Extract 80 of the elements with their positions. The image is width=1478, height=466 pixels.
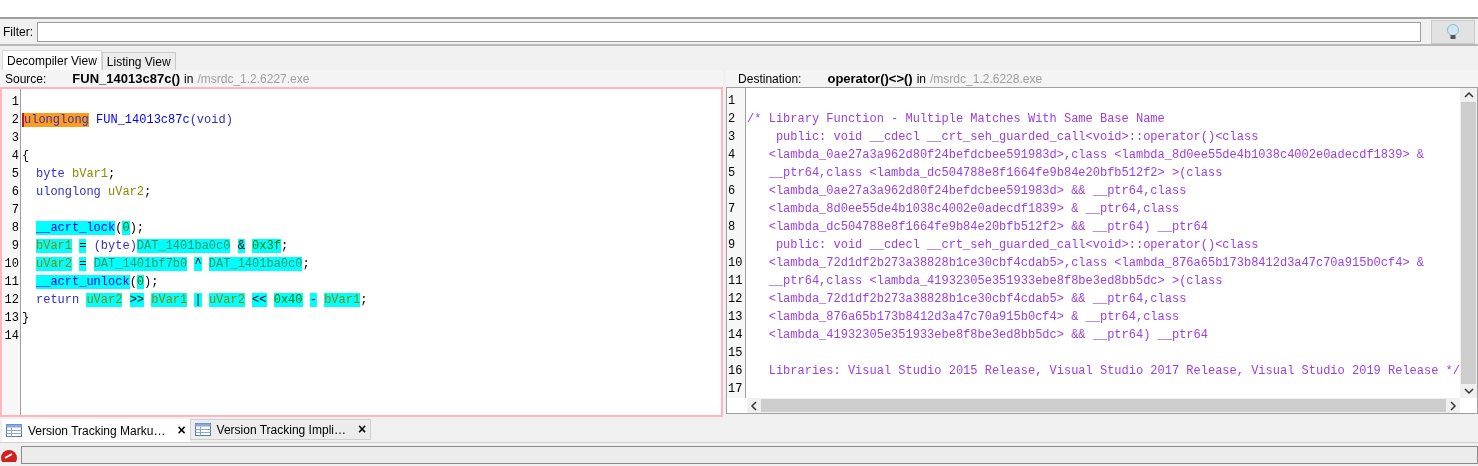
comment-line: <lambda_0ae27a3a962d80f24befdcbee591983d> && __ptr64,class	[767, 183, 1188, 200]
comment-line: <lambda_8d0ee55de4b1038c4002e0adecdf1839> & __ptr64,class	[767, 201, 1181, 218]
comment-line: <lambda_72d1df2b273a38828b1ce30cbf4cdab5>,class <lambda_876a65b173b8412d3a47c70a915b0cf4> &	[767, 255, 1425, 272]
line-number: 7	[10, 202, 20, 219]
line-number: 10	[3, 256, 20, 273]
line-number: 4	[727, 147, 737, 164]
line-number: 10	[727, 255, 744, 272]
vertical-scrollbar[interactable]	[1460, 88, 1477, 398]
line-number: 9	[10, 238, 20, 255]
tab-label[interactable]: Version Tracking Marku…	[28, 421, 166, 440]
line-number: 2	[10, 112, 20, 129]
line-number: 8	[10, 220, 20, 237]
comment-line: public: void __cdecl __crt_seh_guarded_call<void>::operator()<class	[774, 237, 1260, 254]
header-label: Destination:	[738, 70, 802, 88]
line-number: 14	[3, 328, 20, 345]
comment-line: <lambda_876a65b173b8412d3a47c70a915b0cf4> & __ptr64,class	[767, 309, 1181, 326]
line-number: 12	[3, 292, 20, 309]
filter-label: Filter:	[3, 23, 33, 41]
line-number: 11	[3, 274, 20, 291]
tab-label[interactable]: Version Tracking Impli…	[216, 420, 346, 439]
line-number: 4	[10, 148, 20, 165]
line-number: 5	[727, 165, 737, 182]
line-number: 8	[727, 219, 737, 236]
function-name: operator()<>()	[827, 69, 913, 88]
panel-tab[interactable]: Version Tracking Marku… ×	[2, 419, 190, 442]
line-number: 12	[727, 291, 744, 308]
code-line: }	[21, 310, 31, 327]
in-label: in	[184, 70, 194, 88]
filter-options-button[interactable]	[1431, 19, 1475, 44]
horizontal-scrollbar[interactable]	[747, 398, 1460, 413]
line-number: 15	[727, 345, 744, 362]
code-line: ulonglong uVar2;	[35, 184, 153, 201]
table-icon	[6, 424, 22, 437]
view-tab[interactable]: Listing View	[101, 52, 176, 70]
line-number: 6	[10, 184, 20, 201]
line-number: 13	[727, 309, 744, 326]
lightbulb-icon	[1446, 23, 1461, 40]
line-number: 7	[727, 201, 737, 218]
view-tab[interactable]: Decompiler View	[2, 50, 102, 70]
comment-line: /* Library Function - Multiple Matches With Same Base Name	[746, 111, 1166, 128]
comment-line: __ptr64,class <lambda_41932305e351933ebe8f8be3ed8bb5dc> >(class	[767, 273, 1224, 290]
table-icon	[194, 423, 211, 436]
function-name: FUN_14013c87c()	[72, 69, 181, 88]
line-number: 14	[727, 327, 744, 344]
comment-line: Libraries: Visual Studio 2015 Release, Visual Studio 2017 Release, Visual Studio 2019 Release */	[767, 363, 1460, 380]
panel-tab[interactable]: Version Tracking Impli… ×	[189, 419, 372, 440]
scrollbar-thumb[interactable]	[761, 399, 1446, 412]
comment-line: public: void __cdecl __crt_seh_guarded_call<void>::operator()<class	[774, 129, 1260, 146]
code-line: uVar2 = DAT_1401bf7b0 ^ DAT_1401ba0c0;	[35, 256, 311, 273]
line-number: 3	[10, 130, 20, 147]
line-number: 5	[10, 166, 20, 183]
code-line: {	[21, 148, 31, 165]
line-number: 13	[3, 310, 20, 327]
comment-line: <lambda_0ae27a3a962d80f24befdcbee591983d>,class <lambda_8d0ee55de4b1038c4002e0adecdf1839> &	[767, 147, 1425, 164]
code-line: byte bVar1;	[35, 166, 117, 183]
comment-line: <lambda_72d1df2b273a38828b1ce30cbf4cdab5> && __ptr64,class	[767, 291, 1188, 308]
scrollbar-thumb[interactable]	[1461, 102, 1476, 384]
header-label: Source:	[5, 70, 47, 88]
line-number: 1	[10, 94, 20, 111]
close-icon[interactable]: ×	[357, 419, 367, 440]
comment-line: <lambda_41932305e351933ebe8f8be3ed8bb5dc> && __ptr64) __ptr64	[767, 327, 1209, 344]
code-line: return uVar2 >> bVar1 | uVar2 << 0x40 - bVar1;	[35, 292, 369, 309]
line-number: 9	[727, 237, 737, 254]
filter-field[interactable]	[37, 21, 1422, 42]
close-icon[interactable]: ×	[177, 420, 186, 441]
line-number: 2	[727, 111, 737, 128]
line-number: 17	[727, 381, 744, 398]
line-number: 16	[727, 363, 744, 380]
line-number: 3	[727, 129, 737, 146]
code-line: ulonglong FUN_14013c87c(void)	[21, 112, 234, 129]
comment-line: __ptr64,class <lambda_dc504788e8f1664fe9b84e20bfb512f2> >(class	[767, 165, 1224, 182]
in-label: in	[916, 70, 927, 88]
line-number: 11	[727, 273, 744, 290]
line-number: 1	[727, 93, 737, 110]
error-icon	[1, 447, 19, 462]
file-path: /msrdc_1.2.6227.exe	[197, 70, 310, 88]
code-line: bVar1 = (byte)DAT_1401ba0c0 & 0x3f;	[35, 238, 290, 255]
comment-line: <lambda_dc504788e8f1664fe9b84e20bfb512f2> && __ptr64) __ptr64	[767, 219, 1209, 236]
line-number: 6	[727, 183, 737, 200]
file-path: /msrdc_1.2.6228.exe	[930, 70, 1043, 88]
